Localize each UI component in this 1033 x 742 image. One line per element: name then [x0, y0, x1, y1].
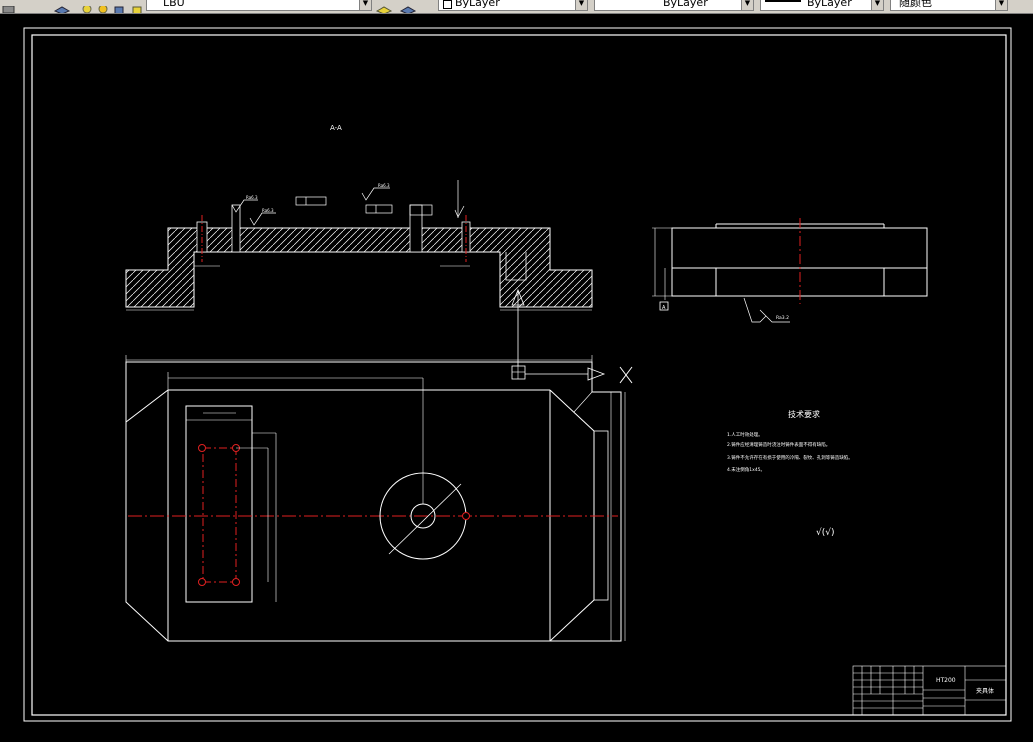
material-label: HT200 — [936, 677, 956, 684]
section-label: A-A — [330, 124, 342, 132]
tech-req-item: 2.铸件应经清理铸造时浇注时铸件表面不得有缺陷。 — [727, 441, 830, 448]
tech-req-item: 4.未注倒角1x45。 — [727, 466, 765, 473]
drawing-canvas[interactable]: A-A Ra6.3 Ra6.3 Ra6.3 A Ra3.2 技术要求 1.人工时… — [0, 14, 1033, 738]
chevron-down-icon[interactable]: ▼ — [359, 0, 371, 10]
technical-requirements: 技术要求 1.人工时效处理。 2.铸件应经清理铸造时浇注时铸件表面不得有缺陷。 … — [727, 409, 853, 538]
chevron-down-icon[interactable]: ▼ — [741, 0, 753, 10]
top-view — [125, 355, 626, 642]
tech-req-item: 1.人工时效处理。 — [727, 431, 763, 438]
make-layer-current-icon[interactable] — [375, 0, 393, 13]
lineweight-dropdown[interactable]: ByLayer ▼ — [760, 0, 884, 11]
layer-color-icon[interactable] — [130, 0, 144, 13]
plotstyle-value: 随颜色 — [899, 0, 932, 9]
chevron-down-icon[interactable]: ▼ — [871, 0, 883, 10]
roughness-label: Ra3.2 — [776, 315, 789, 321]
linetype-value: ByLayer — [663, 0, 708, 9]
layer-properties-icon[interactable] — [2, 0, 16, 13]
layer-name: LBU — [163, 0, 185, 9]
rest-roughness: √(√) — [816, 527, 835, 538]
inner-frame — [31, 34, 1007, 716]
roughness-label: Ra6.3 — [262, 208, 274, 213]
outer-frame — [23, 27, 1012, 722]
roughness-label: Ra6.3 — [378, 183, 390, 188]
color-swatch — [443, 0, 452, 9]
color-value: ByLayer — [455, 0, 500, 9]
layer-visibility-icon[interactable] — [80, 0, 94, 13]
datum-label: A — [662, 305, 666, 311]
roughness-label: Ra6.3 — [246, 195, 258, 200]
tech-req-title: 技术要求 — [788, 409, 820, 419]
chevron-down-icon[interactable]: ▼ — [575, 0, 587, 10]
section-view-a-a: A-A Ra6.3 Ra6.3 Ra6.3 — [125, 124, 593, 311]
chevron-down-icon[interactable]: ▼ — [995, 0, 1007, 10]
layer-freeze-icon[interactable] — [96, 0, 110, 13]
color-dropdown[interactable]: ByLayer ▼ — [438, 0, 588, 11]
plotstyle-dropdown[interactable]: 随颜色 ▼ — [890, 0, 1008, 11]
side-view: A Ra3.2 — [652, 218, 928, 323]
layer-previous-icon[interactable] — [399, 0, 417, 13]
properties-toolbar: LBU ▼ ByLayer ▼ ByLayer ▼ ByLayer ▼ 随颜色 … — [0, 0, 1033, 14]
layer-state-icon[interactable] — [53, 0, 71, 13]
part-name-label: 夹具体 — [976, 687, 994, 695]
layer-dropdown[interactable]: LBU ▼ — [146, 0, 372, 11]
lineweight-swatch — [765, 0, 801, 2]
linetype-dropdown[interactable]: ByLayer ▼ — [594, 0, 754, 11]
lineweight-value: ByLayer — [807, 0, 852, 9]
tech-req-item: 3.铸件不允许存在有损于使用的冷隔、裂纹、孔洞等铸造缺陷。 — [727, 454, 853, 461]
layer-lock-icon[interactable] — [112, 0, 126, 13]
